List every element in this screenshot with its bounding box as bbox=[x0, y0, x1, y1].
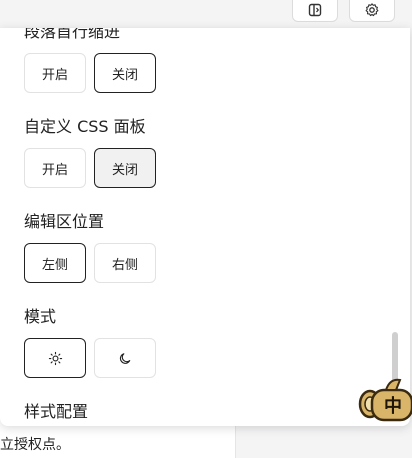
floating-ime-badge[interactable]: 中 bbox=[356, 374, 412, 424]
indent-off-button[interactable]: 关闭 bbox=[94, 53, 156, 93]
editor-right-button[interactable]: 右侧 bbox=[94, 243, 156, 283]
section-label: 段落首行缩进 bbox=[24, 28, 121, 41]
css-panel-off-button[interactable]: 关闭 bbox=[94, 148, 156, 188]
ime-glyph: 中 bbox=[384, 395, 402, 417]
section-label: 模式 bbox=[24, 307, 57, 326]
light-mode-button[interactable] bbox=[24, 338, 86, 378]
preview-toggle-button[interactable] bbox=[292, 0, 338, 22]
css-panel-on-button[interactable]: 开启 bbox=[24, 148, 86, 188]
section-custom-css: 自定义 CSS 面板 开启 关闭 bbox=[24, 115, 384, 188]
sun-icon bbox=[48, 351, 62, 365]
section-editor-position: 编辑区位置 左侧 右侧 bbox=[24, 210, 384, 283]
ime-mascot-icon: 中 bbox=[358, 378, 412, 422]
moon-icon bbox=[119, 352, 130, 364]
section-style-config: 样式配置 重置 bbox=[24, 400, 384, 426]
article-snippet: 立授权点。 bbox=[0, 437, 70, 453]
section-label: 自定义 CSS 面板 bbox=[24, 117, 146, 136]
indent-on-button[interactable]: 开启 bbox=[24, 53, 86, 93]
section-mode: 模式 bbox=[24, 305, 384, 378]
dark-mode-button[interactable] bbox=[94, 338, 156, 378]
section-label: 编辑区位置 bbox=[24, 212, 105, 231]
settings-panel: 段落首行缩进 开启 关闭 自定义 CSS 面板 开启 关闭 编辑区位置 左侧 右… bbox=[0, 28, 410, 426]
settings-button[interactable] bbox=[349, 0, 395, 22]
panel-icon bbox=[308, 3, 322, 17]
gear-icon bbox=[365, 3, 379, 17]
section-indent: 段落首行缩进 开启 关闭 bbox=[24, 28, 384, 93]
editor-left-button[interactable]: 左侧 bbox=[24, 243, 86, 283]
section-label: 样式配置 bbox=[24, 402, 89, 421]
